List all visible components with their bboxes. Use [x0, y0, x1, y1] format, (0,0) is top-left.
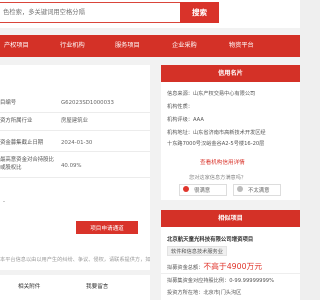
- similar-projects-title: 相似项目: [161, 210, 300, 227]
- tab-attachments[interactable]: 相关附件: [18, 282, 40, 290]
- search-button[interactable]: 搜索: [180, 2, 219, 23]
- nav-item-institutions[interactable]: 行业机构: [60, 35, 85, 57]
- tab-leave-message[interactable]: 我要留言: [86, 282, 108, 290]
- search-input[interactable]: [0, 2, 180, 23]
- org-address-cont: 十东路7000号汉峪金谷A2-5号楼16-20层: [167, 141, 265, 147]
- raise-amount: 拟募资金总额：不高于4900万元: [167, 261, 262, 272]
- main-nav: 产权项目 行业机构 服务项目 企业采购 物资平台: [0, 35, 300, 57]
- detail-label: 或股权比: [0, 165, 22, 171]
- detail-value: 40.09%: [61, 163, 82, 169]
- investor-region: 投资方所在地：北京市|门头沟区: [167, 290, 242, 296]
- thumbs-up-icon: [183, 186, 189, 192]
- detail-value: 房屋建筑业: [61, 118, 88, 124]
- satisfaction-question: 您对这家信息方满意吗？: [189, 175, 247, 181]
- satisfied-label: 很满意: [194, 188, 211, 194]
- nav-item-property[interactable]: 产权项目: [4, 35, 29, 57]
- project-detail-card: 目编号 G62023SD1000033 资方所属行业 房屋建筑业 资金募集截止日…: [0, 65, 150, 270]
- divider: [0, 112, 150, 113]
- share-ratio: 拟募集资金对应持股比例：0-99.99999999%: [167, 278, 275, 284]
- nav-item-procurement[interactable]: 企业采购: [172, 35, 197, 57]
- similar-projects-card: 相似项目 北京航天童光科技有限公司增资项目 软件和信息技术服务业 拟募资金总额：…: [161, 210, 300, 300]
- credit-card-title: 信用名片: [161, 65, 300, 82]
- thumbs-down-icon: [237, 186, 243, 192]
- detail-value: G62023SD1000033: [61, 100, 114, 106]
- nav-item-services[interactable]: 服务项目: [115, 35, 140, 57]
- detail-label: 资方所属行业: [0, 118, 33, 124]
- credit-card: 信用名片 信息来源：山东产权交易中心有限公司 机构性质： 机构评级：AAA 机构…: [161, 65, 300, 200]
- divider: [0, 130, 150, 131]
- nav-item-materials[interactable]: 物资平台: [229, 35, 254, 57]
- info-source: 信息来源：山东产权交易中心有限公司: [167, 91, 256, 97]
- credit-detail-link[interactable]: 查看机构信用详情: [200, 158, 245, 166]
- industry-tag: 软件和信息技术服务业: [167, 246, 227, 256]
- apply-channel-button[interactable]: 项目申请通道: [76, 221, 138, 234]
- org-address: 机构地址：山东省济南市高新技术开发区经: [167, 130, 266, 136]
- divider: [0, 177, 150, 178]
- unsatisfied-label: 不太满意: [248, 188, 270, 194]
- detail-value: -: [3, 199, 5, 205]
- divider: [161, 273, 300, 274]
- search-bar: 搜索: [0, 0, 300, 28]
- detail-label: 目编号: [0, 100, 17, 106]
- raise-label: 拟募资金总额：: [167, 265, 204, 271]
- detail-tabs: 相关附件 我要留言: [0, 275, 150, 300]
- org-rating: 机构评级：AAA: [167, 117, 204, 123]
- project-title[interactable]: 北京航天童光科技有限公司增资项目: [167, 235, 253, 243]
- raise-value: 不高于4900万元: [203, 262, 263, 271]
- org-nature: 机构性质：: [167, 104, 193, 110]
- detail-label: 资金募集截止日期: [0, 140, 44, 146]
- detail-value: 2024-01-30: [61, 140, 93, 146]
- disclaimer-text: 本平台信息以由以用产生的纠纷、争议、侵权，请联系提供方，如联由: [0, 257, 150, 263]
- page: 搜索 产权项目 行业机构 服务项目 企业采购 物资平台 目编号 G62023SD…: [0, 0, 300, 300]
- divider: [0, 151, 150, 152]
